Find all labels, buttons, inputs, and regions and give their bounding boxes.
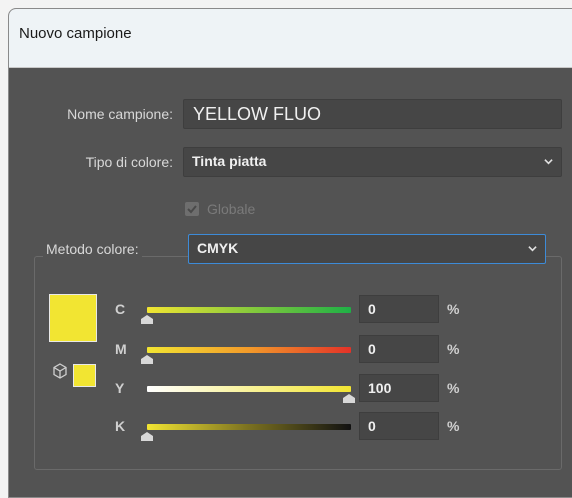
global-label: Globale — [207, 201, 256, 217]
channel-y-label: Y — [115, 380, 125, 396]
channel-c-slider[interactable] — [147, 307, 351, 313]
channel-c-slider-thumb[interactable] — [141, 315, 153, 324]
dialog-title: Nuovo campione — [19, 25, 132, 42]
channel-k-slider-thumb[interactable] — [141, 432, 153, 441]
channel-y-unit: % — [447, 380, 460, 396]
color-type-value: Tinta piatta — [192, 153, 267, 169]
channel-c-unit: % — [447, 301, 460, 317]
color-type-dropdown[interactable]: Tinta piatta — [183, 147, 562, 177]
channel-m-unit: % — [447, 341, 460, 357]
channel-k-unit: % — [447, 418, 460, 434]
channel-y-input[interactable]: 100 — [359, 374, 439, 402]
chevron-down-icon — [544, 159, 553, 165]
color-method-label: Metodo colore: — [43, 241, 142, 257]
channel-y-slider-thumb[interactable] — [343, 394, 355, 403]
chevron-down-icon — [528, 246, 537, 252]
color-preview-swatch — [49, 294, 97, 342]
dialog-body: Nome campione: YELLOW FLUO Tipo di color… — [9, 68, 572, 497]
swatch-name-input[interactable]: YELLOW FLUO — [183, 99, 562, 129]
channel-c-input[interactable]: 0 — [359, 295, 439, 323]
new-swatch-dialog: Nuovo campione Nome campione: YELLOW FLU… — [8, 8, 572, 498]
channel-k-label: K — [115, 418, 126, 434]
color-method-dropdown[interactable]: CMYK — [188, 234, 546, 264]
check-icon — [187, 205, 197, 214]
title-bar[interactable]: Nuovo campione — [9, 9, 572, 68]
channel-y-slider[interactable] — [147, 386, 351, 392]
out-of-gamut-cube-icon[interactable] — [52, 363, 68, 379]
channel-m-slider[interactable] — [147, 347, 351, 353]
swatch-name-label: Nome campione: — [67, 106, 173, 122]
web-safe-swatch[interactable] — [73, 364, 96, 387]
color-method-value: CMYK — [197, 240, 239, 256]
global-checkbox[interactable] — [185, 202, 199, 216]
color-group-frame — [34, 256, 562, 470]
channel-m-label: M — [115, 341, 127, 357]
channel-m-slider-thumb[interactable] — [141, 355, 153, 364]
color-type-label: Tipo di colore: — [85, 154, 173, 170]
channel-c-label: C — [115, 301, 126, 317]
channel-m-input[interactable]: 0 — [359, 335, 439, 363]
channel-k-input[interactable]: 0 — [359, 412, 439, 440]
channel-k-slider[interactable] — [147, 424, 351, 430]
